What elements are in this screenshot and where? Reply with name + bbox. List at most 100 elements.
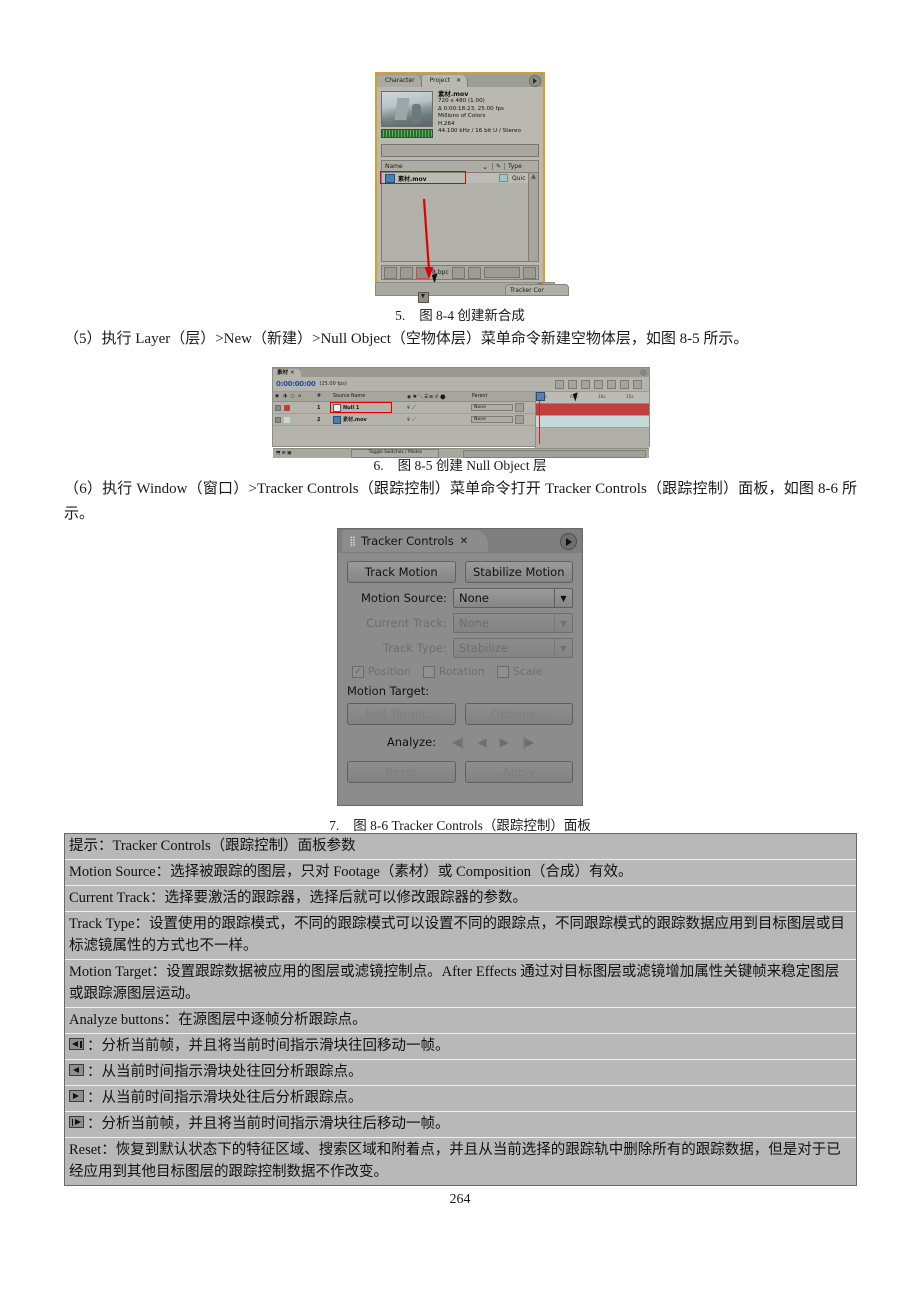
chevron-down-icon[interactable] (515, 415, 524, 424)
item-meta-3: H.264 (438, 120, 455, 127)
table-row: Current Track：选择要激活的跟踪器，选择后就可以修改跟踪器的参数。 (65, 886, 856, 912)
composition-mini-flowchart-icon[interactable] (568, 379, 577, 389)
column-name[interactable]: Name (382, 163, 478, 170)
label-color-swatch[interactable] (284, 416, 290, 423)
layer-visibility-toggles[interactable] (273, 404, 317, 411)
analyze-1-frame-backward-icon[interactable]: ◀| (452, 736, 464, 748)
panel-menu-icon[interactable] (560, 533, 577, 550)
label-color-swatch[interactable] (284, 404, 290, 411)
new-folder-icon[interactable] (400, 266, 413, 279)
current-track-select[interactable]: None ▼ (453, 613, 573, 633)
panel-menu-icon[interactable] (640, 369, 647, 376)
track-motion-button[interactable]: Track Motion (347, 561, 456, 583)
panel-menu-icon[interactable] (529, 75, 541, 87)
chevron-down-icon[interactable] (515, 403, 524, 412)
layer-switches[interactable]: ⌾ ／ (407, 416, 469, 423)
layer-name[interactable]: 素材.mov (333, 415, 407, 424)
track-type-value: Stabilize (459, 641, 508, 655)
parent-select-value[interactable]: None (471, 416, 513, 423)
chevron-down-icon[interactable]: ▼ (554, 589, 572, 607)
timeline-footer-icons[interactable]: ⬒ ⊞ ▣ (276, 451, 291, 456)
figure-caption-8-4: 5. 图 8-4 创建新合成 (0, 307, 920, 325)
checkbox-scale[interactable]: Scale (496, 665, 542, 678)
table-row[interactable]: 1 Null 1 ⌾ ／ None (273, 402, 535, 414)
analyze-backward-icon[interactable]: ◀ (477, 736, 486, 748)
hide-shy-layers-icon[interactable] (633, 379, 642, 389)
column-source-name[interactable]: Source Name (333, 394, 407, 399)
apply-button[interactable]: Apply (464, 761, 573, 783)
motion-source-value: None (459, 591, 490, 605)
column-type[interactable]: Type (504, 163, 538, 170)
motion-blur-icon[interactable] (594, 379, 603, 389)
layer-name-label: 素材.mov (343, 417, 367, 423)
ruler-tick: 15s (626, 394, 634, 399)
layer-list-header: ◉ ◑ ○ ⌂ # Source Name ◉ ✱ ＼ ⌸ ⊞ ↺ ⬤ Pare… (273, 392, 535, 402)
close-icon[interactable]: ✕ (460, 536, 468, 547)
docked-tracker-tab[interactable]: Tracker Cor (505, 284, 569, 296)
chevron-down-icon[interactable]: ▼ (554, 639, 572, 657)
interpret-footage-icon[interactable] (384, 266, 397, 279)
tab-project[interactable]: Project ✕ (421, 75, 469, 87)
reset-button[interactable]: Reset (347, 761, 456, 783)
motion-source-select[interactable]: None ▼ (453, 588, 573, 608)
table-row: ：分析当前帧，并且将当前时间指示滑块往后移动一帧。 (65, 1112, 856, 1138)
delete-icon[interactable] (451, 266, 465, 279)
current-timecode[interactable]: 0:00:00:00 (276, 380, 316, 388)
analyze-forward-icon[interactable]: ▶ (500, 736, 509, 748)
table-row: Motion Source：选择被跟踪的图层，只对 Footage（素材）或 C… (65, 860, 856, 886)
draft-3d-icon[interactable] (581, 379, 590, 389)
track-type-row: Track Type: Stabilize ▼ (338, 633, 582, 658)
layer-switches[interactable]: ⌾ ／ (407, 404, 469, 411)
checkbox-icon[interactable] (496, 665, 509, 678)
horizontal-scrollbar[interactable] (483, 267, 520, 278)
analyze-1-frame-forward-icon[interactable]: |▶ (522, 736, 534, 748)
motion-source-row: Motion Source: None ▼ (338, 583, 582, 608)
movie-file-icon (333, 415, 341, 424)
layer-parent[interactable]: None (469, 415, 535, 424)
eye-icon[interactable] (275, 404, 281, 411)
table-row: Motion Target：设置跟踪数据被应用的图层或滤镜控制点。After E… (65, 960, 856, 1008)
playhead-handle[interactable] (536, 392, 545, 401)
close-icon[interactable]: ✕ (290, 370, 295, 376)
table-row: Reset：恢复到默认状态下的特征区域、搜索区域和附着点，并且从当前选择的跟踪轨… (65, 1138, 856, 1185)
tab-composition[interactable]: 素材 ✕ (273, 368, 301, 377)
checkbox-checked-icon[interactable]: ✓ (352, 665, 364, 678)
new-composition-button[interactable] (416, 266, 429, 279)
checkbox-position[interactable]: ✓ Position (352, 665, 411, 678)
scroll-left-icon[interactable] (467, 266, 481, 279)
checkbox-icon[interactable] (422, 665, 435, 678)
vertical-scrollbar[interactable]: ▲ (528, 173, 538, 261)
layer-parent[interactable]: None (469, 403, 535, 412)
label-color-swatch[interactable] (499, 174, 508, 182)
checkbox-rotation[interactable]: Rotation (422, 665, 485, 678)
timeline-graph-area[interactable]: 0s 05s 10s 15s (536, 392, 649, 448)
drag-grip-icon[interactable] (350, 535, 355, 547)
scroll-right-icon[interactable] (523, 266, 536, 279)
brainstorm-icon[interactable] (620, 379, 629, 389)
scroll-up-icon[interactable]: ▲ (529, 173, 538, 181)
track-type-select[interactable]: Stabilize ▼ (453, 638, 573, 658)
close-icon[interactable]: ✕ (456, 77, 461, 84)
graph-editor-icon[interactable] (607, 379, 616, 389)
edit-target-button[interactable]: Edit Target... (347, 703, 456, 725)
layer-duration-bar[interactable] (536, 416, 649, 428)
search-icon[interactable] (555, 379, 564, 389)
eye-icon[interactable] (275, 416, 281, 423)
document-page: Character Project ✕ 素材.mov 720 x 480 (1.… (0, 0, 920, 1302)
layer-visibility-toggles[interactable] (273, 416, 317, 423)
tip-text: ：从当前时间指示滑块处往回分析跟踪点。 (87, 1064, 363, 1080)
options-button[interactable]: Options... (464, 703, 573, 725)
parent-select-value[interactable]: None (471, 404, 513, 411)
chevron-down-icon[interactable]: ⌄ (478, 163, 492, 171)
chevron-down-icon[interactable]: ▼ (554, 614, 572, 632)
paragraph-step-6: （6）执行 Window（窗口）>Tracker Controls（跟踪控制）菜… (64, 481, 857, 522)
table-row[interactable]: 2 素材.mov ⌾ ／ None (273, 414, 535, 426)
current-time-indicator[interactable] (536, 392, 545, 444)
stabilize-motion-button[interactable]: Stabilize Motion (464, 561, 573, 583)
layer-duration-bar[interactable] (536, 404, 649, 416)
tab-tracker-controls[interactable]: Tracker Controls ✕ (342, 530, 489, 552)
tab-character[interactable]: Character (377, 75, 422, 87)
analyze-row: Analyze: ◀| ◀ ▶ |▶ (338, 725, 582, 749)
project-search-input[interactable] (381, 144, 539, 157)
time-ruler[interactable]: 0s 05s 10s 15s (536, 392, 649, 404)
